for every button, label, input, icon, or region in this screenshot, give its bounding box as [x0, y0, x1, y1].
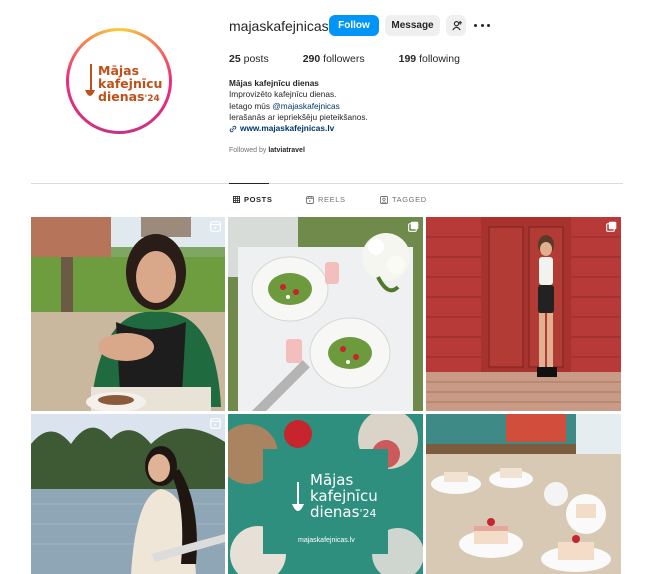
more-options-icon[interactable] — [474, 16, 490, 34]
add-user-icon — [451, 20, 462, 31]
profile-username: majaskafejnicas — [229, 18, 329, 34]
followers-count[interactable]: 290 followers — [303, 53, 365, 65]
followed-by[interactable]: Followed by latviatravel — [229, 147, 305, 154]
bio-link[interactable]: www.majaskafejnicas.lv — [229, 123, 368, 134]
post-image — [31, 414, 225, 574]
tab-tagged[interactable]: TAGGED — [380, 195, 427, 204]
post-tile[interactable] — [426, 217, 621, 411]
post-tile[interactable] — [31, 217, 225, 411]
post-image — [426, 414, 621, 574]
profile-stats: 25 posts 290 followers 199 following — [229, 53, 494, 65]
post-tile[interactable]: Mājas kafejnīcu dienas'24 majaskafejnica… — [228, 414, 423, 574]
post-image — [228, 217, 423, 411]
grid-icon — [233, 196, 240, 203]
active-tab-indicator — [229, 183, 269, 184]
profile-avatar[interactable]: Mājas kafejnīcu dienas'24 — [66, 28, 172, 134]
poster-url: majaskafejnicas.lv — [298, 537, 355, 544]
bio-name: Mājas kafejnīcu dienas — [229, 78, 319, 88]
posts-count: 25 posts — [229, 53, 269, 65]
post-tile[interactable] — [31, 414, 225, 574]
profile-bio: Mājas kafejnīcu dienas Improvizēto kafej… — [229, 78, 368, 134]
bio-line: Improvizēto kafejnīcu dienas. — [229, 89, 337, 100]
tagged-icon — [380, 195, 388, 204]
bio-mention[interactable]: @majaskafejnicas — [272, 101, 339, 111]
carousel-badge-icon — [408, 221, 419, 232]
bio-line: Ietago mūs @majaskafejnicas — [229, 100, 340, 111]
bio-line: Ierašanās ar iepriekšēju pieteikšanos. — [229, 111, 368, 122]
link-icon — [229, 125, 237, 133]
poster-title: Mājas kafejnīcu dienas'24 — [310, 471, 378, 521]
tab-reels[interactable]: REELS — [306, 195, 346, 204]
tabs-divider — [31, 183, 623, 184]
ladle-icon — [85, 64, 95, 96]
carousel-badge-icon — [606, 221, 617, 232]
post-image — [31, 217, 225, 411]
avatar-logo-text: Mājas kafejnīcu dienas'24 — [98, 63, 163, 104]
post-tile[interactable] — [228, 217, 423, 411]
post-tile[interactable] — [426, 414, 621, 574]
post-image — [426, 217, 621, 411]
suggest-user-button[interactable] — [446, 15, 466, 36]
follow-button[interactable]: Follow — [329, 15, 379, 36]
tab-posts[interactable]: POSTS — [233, 195, 272, 204]
reels-icon — [306, 195, 314, 204]
reel-badge-icon — [210, 221, 221, 232]
avatar-logo: Mājas kafejnīcu dienas'24 — [69, 31, 169, 131]
message-button[interactable]: Message — [385, 15, 440, 36]
following-count[interactable]: 199 following — [399, 53, 460, 65]
reel-badge-icon — [210, 418, 221, 429]
